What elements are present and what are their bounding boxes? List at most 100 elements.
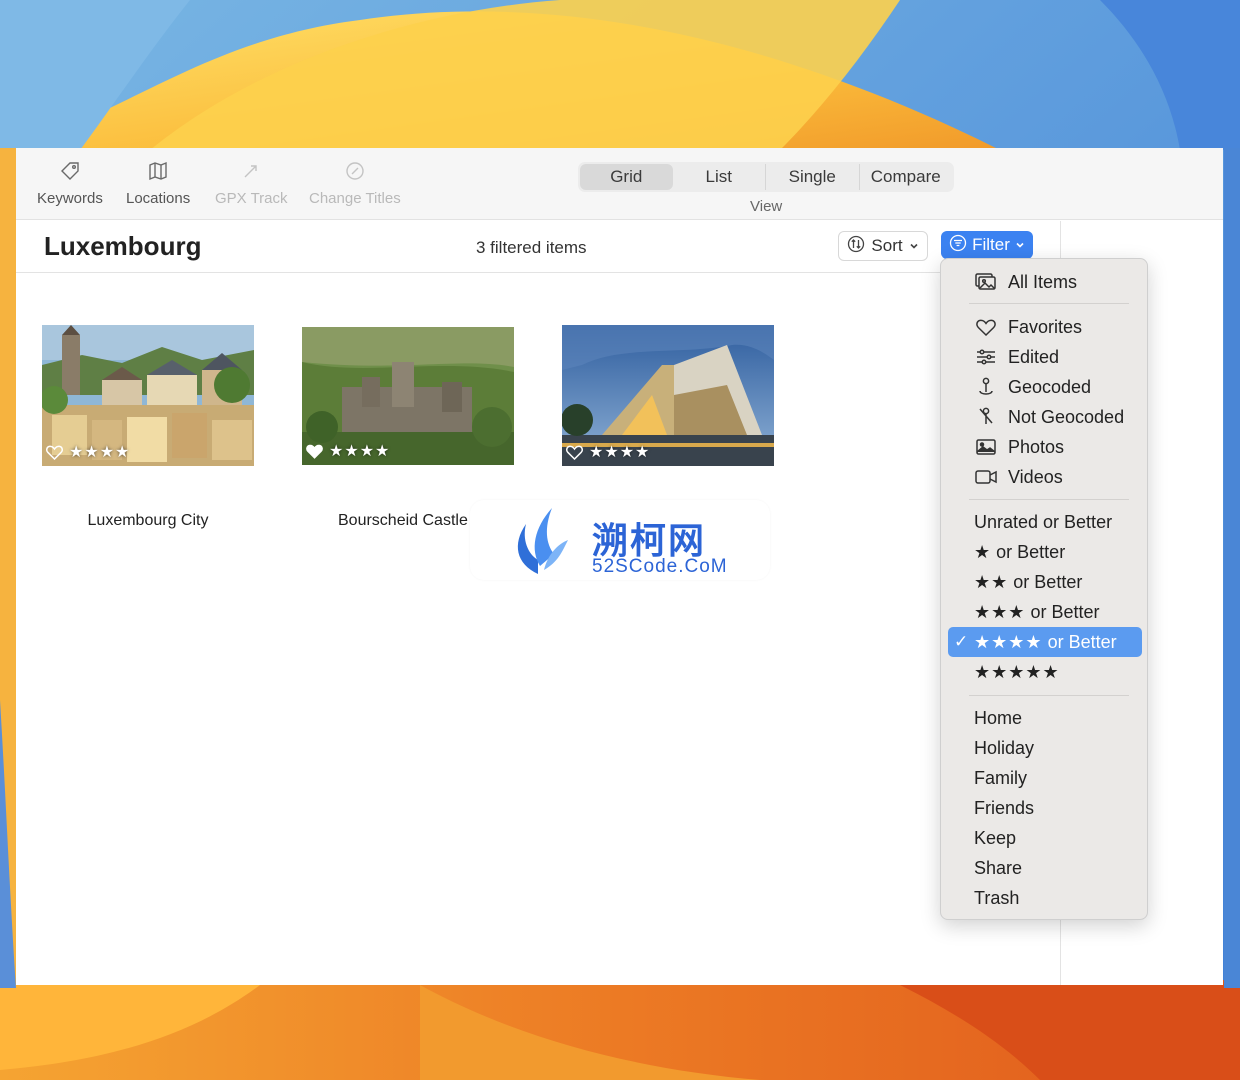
rating-stars: ★★★★ xyxy=(329,443,391,460)
menu-item-trash[interactable]: Trash xyxy=(948,883,1142,913)
keywords-tool[interactable]: Keywords xyxy=(37,160,103,207)
photo-overlay: ★★★★ xyxy=(306,441,390,461)
menu-item-stars: ★★★ xyxy=(974,601,1026,622)
watermark-en-text: 52SCode.CoM xyxy=(592,556,728,577)
photo-thumbnail-museum[interactable]: ★★★★ xyxy=(562,325,774,466)
heart-icon xyxy=(974,319,998,336)
menu-item-not-geocoded[interactable]: Not Geocoded xyxy=(948,402,1142,432)
pin-icon xyxy=(974,377,998,397)
chevron-down-icon xyxy=(1015,235,1025,255)
menu-item-label: Not Geocoded xyxy=(1008,406,1125,427)
view-single-button[interactable]: Single xyxy=(766,164,860,190)
menu-item-favorites[interactable]: Favorites xyxy=(948,312,1142,342)
rating-stars: ★★★★ xyxy=(589,444,651,461)
sort-label: Sort xyxy=(871,236,903,255)
album-title: Luxembourg xyxy=(44,231,202,261)
keywords-label: Keywords xyxy=(37,190,103,207)
slash-circle-icon xyxy=(344,160,366,182)
menu-item-family[interactable]: Family xyxy=(948,763,1142,793)
filter-menu: All Items Favorites Edited Geocoded Not … xyxy=(940,258,1148,920)
menu-item-stars: ★★★★★ xyxy=(974,661,1060,682)
menu-item-5-stars[interactable]: ★★★★★ xyxy=(948,657,1142,687)
map-icon xyxy=(147,160,169,182)
gpx-track-label: GPX Track xyxy=(215,190,288,207)
photo-caption: Bourscheid Castle xyxy=(338,512,468,529)
menu-item-label: Friends xyxy=(974,797,1035,818)
menu-item-holiday[interactable]: Holiday xyxy=(948,733,1142,763)
photo-stack-icon xyxy=(974,273,998,291)
heart-filled-icon[interactable] xyxy=(306,444,323,459)
watermark: 溯柯网 52SCode.CoM xyxy=(470,500,770,580)
menu-separator xyxy=(969,303,1129,304)
view-mode-segmented-control: Grid List Single Compare xyxy=(578,162,954,192)
menu-item-label: Home xyxy=(974,707,1023,728)
menu-separator xyxy=(969,499,1129,500)
toolbar: Keywords Locations GPX Track Change Titl… xyxy=(16,148,1223,220)
chevron-down-icon xyxy=(909,236,919,256)
locations-label: Locations xyxy=(126,190,191,207)
menu-item-label: or Better xyxy=(1047,631,1117,652)
photo-thumbnail-bourscheid-castle[interactable]: ★★★★ xyxy=(302,327,514,465)
sliders-icon xyxy=(974,349,998,365)
photo-overlay: ★★★★ xyxy=(566,442,650,462)
menu-item-3-stars-or-better[interactable]: ★★★ or Better xyxy=(948,597,1142,627)
view-grid-button[interactable]: Grid xyxy=(580,164,673,190)
sort-icon xyxy=(847,235,865,258)
menu-item-label: All Items xyxy=(1008,271,1078,292)
photo-icon xyxy=(974,439,998,455)
change-titles-label: Change Titles xyxy=(309,190,401,207)
item-count: 3 filtered items xyxy=(476,238,587,257)
menu-item-share[interactable]: Share xyxy=(948,853,1142,883)
filter-icon xyxy=(949,234,967,257)
menu-item-videos[interactable]: Videos xyxy=(948,462,1142,492)
menu-separator xyxy=(969,695,1129,696)
menu-item-2-stars-or-better[interactable]: ★★ or Better xyxy=(948,567,1142,597)
menu-item-label: Share xyxy=(974,857,1023,878)
filter-button[interactable]: Filter xyxy=(941,231,1033,259)
menu-item-label: Edited xyxy=(1008,346,1060,367)
locations-tool[interactable]: Locations xyxy=(126,160,190,207)
album-header: Luxembourg 3 filtered items Sort Filter xyxy=(16,221,1060,273)
menu-item-label: Family xyxy=(974,767,1027,788)
photo-thumbnail-luxembourg-city[interactable]: ★★★★ xyxy=(42,325,254,466)
menu-item-label: Videos xyxy=(1008,466,1063,487)
menu-item-label: or Better xyxy=(996,541,1066,562)
menu-item-unrated-or-better[interactable]: Unrated or Better xyxy=(948,507,1142,537)
change-titles-tool[interactable]: Change Titles xyxy=(309,160,401,207)
menu-item-label: Holiday xyxy=(974,737,1035,758)
menu-item-photos[interactable]: Photos xyxy=(948,432,1142,462)
menu-item-edited[interactable]: Edited xyxy=(948,342,1142,372)
sort-button[interactable]: Sort xyxy=(838,231,928,261)
rating-stars: ★★★★ xyxy=(69,444,131,461)
menu-item-label: Keep xyxy=(974,827,1017,848)
view-caption: View xyxy=(750,198,783,215)
watermark-logo xyxy=(508,504,570,581)
checkmark-icon: ✓ xyxy=(954,632,969,651)
menu-item-all-items[interactable]: All Items xyxy=(948,267,1142,297)
video-icon xyxy=(974,470,998,484)
menu-item-label: Unrated or Better xyxy=(974,511,1113,532)
menu-item-home[interactable]: Home xyxy=(948,703,1142,733)
heart-outline-icon[interactable] xyxy=(46,445,63,460)
menu-item-1-star-or-better[interactable]: ★ or Better xyxy=(948,537,1142,567)
gpx-track-tool[interactable]: GPX Track xyxy=(215,160,288,207)
menu-item-4-stars-or-better[interactable]: ✓ ★★★★ or Better xyxy=(948,627,1142,657)
photo-caption: Luxembourg City xyxy=(87,512,209,529)
menu-item-label: or Better xyxy=(1030,601,1100,622)
view-list-button[interactable]: List xyxy=(673,164,766,190)
menu-item-label: Photos xyxy=(1008,436,1065,457)
heart-outline-icon[interactable] xyxy=(566,445,583,460)
view-compare-button[interactable]: Compare xyxy=(860,164,953,190)
menu-item-label: Trash xyxy=(974,887,1020,908)
pin-slash-icon xyxy=(974,407,998,427)
menu-item-stars: ★★ xyxy=(974,571,1009,592)
menu-item-keep[interactable]: Keep xyxy=(948,823,1142,853)
tag-icon xyxy=(59,160,81,182)
menu-item-label: Favorites xyxy=(1008,316,1083,337)
menu-item-geocoded[interactable]: Geocoded xyxy=(948,372,1142,402)
pin-arrow-icon xyxy=(240,160,262,182)
menu-item-label: Geocoded xyxy=(1008,376,1092,397)
menu-item-friends[interactable]: Friends xyxy=(948,793,1142,823)
menu-item-label: or Better xyxy=(1013,571,1083,592)
menu-item-stars: ★ xyxy=(974,541,992,562)
